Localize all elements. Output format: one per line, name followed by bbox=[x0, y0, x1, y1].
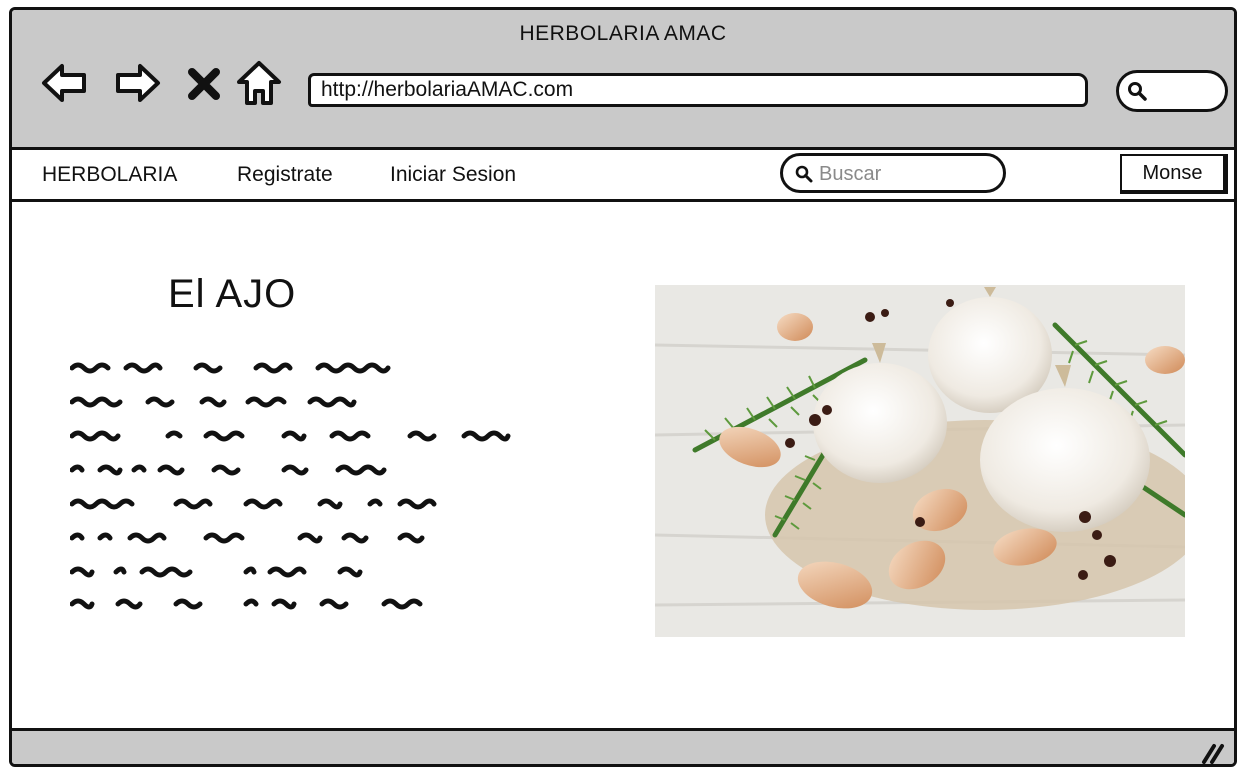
forward-button[interactable] bbox=[112, 58, 162, 108]
search-placeholder: Buscar bbox=[819, 163, 882, 185]
user-button[interactable]: Monse bbox=[1120, 154, 1228, 194]
close-icon bbox=[188, 68, 220, 100]
search-icon bbox=[1128, 82, 1147, 101]
home-icon bbox=[237, 61, 281, 105]
url-bar[interactable]: http://herbolariaAMAC.com bbox=[308, 73, 1088, 107]
window-title: HERBOLARIA AMAC bbox=[519, 22, 727, 45]
stop-button[interactable] bbox=[184, 58, 224, 108]
resize-grip-icon[interactable] bbox=[1200, 740, 1226, 766]
status-bar bbox=[12, 728, 1234, 766]
arrow-left-icon bbox=[42, 64, 86, 102]
site-menubar: HERBOLARIA Registrate Iniciar Sesion Bus… bbox=[12, 150, 1234, 202]
site-search-input[interactable]: Buscar bbox=[780, 153, 1006, 193]
page-title: El AJO bbox=[168, 272, 297, 316]
menu-item-registrate[interactable]: Registrate bbox=[237, 163, 333, 187]
back-button[interactable] bbox=[40, 58, 90, 108]
placeholder-text-block bbox=[70, 362, 511, 610]
garlic-photo bbox=[655, 285, 1185, 637]
browser-chrome: HERBOLARIA AMAC http://herbolariaAMAC.co… bbox=[12, 10, 1234, 150]
toolbar-search-field[interactable] bbox=[1116, 70, 1228, 112]
browser-window: HERBOLARIA AMAC http://herbolariaAMAC.co… bbox=[9, 7, 1237, 767]
menu-item-herbolaria[interactable]: HERBOLARIA bbox=[42, 163, 177, 187]
arrow-right-icon bbox=[116, 64, 160, 102]
home-button[interactable] bbox=[234, 58, 284, 108]
search-icon bbox=[795, 165, 813, 183]
menu-item-iniciar-sesion[interactable]: Iniciar Sesion bbox=[390, 163, 516, 187]
